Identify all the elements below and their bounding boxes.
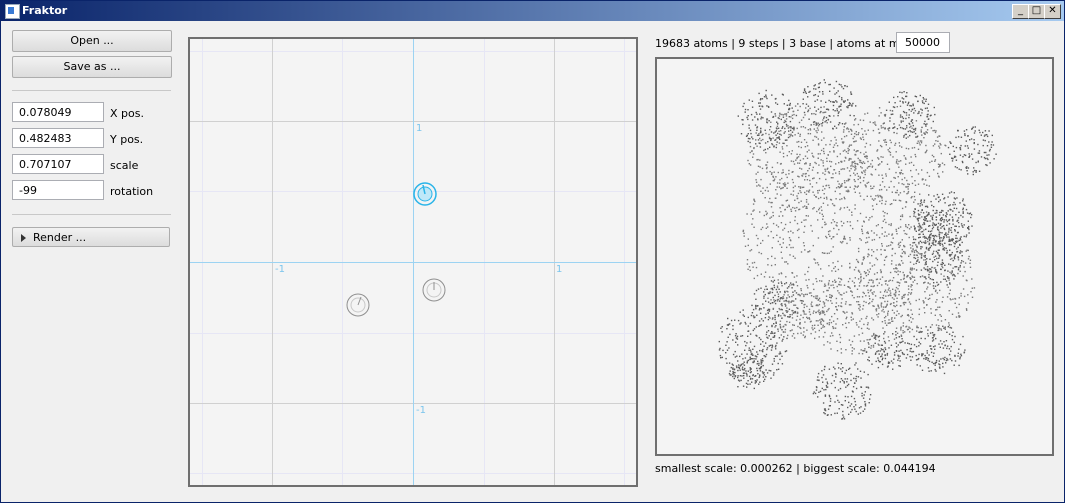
transform-editor[interactable]: 1 -1 -1 1 [188,37,638,487]
title-bar[interactable]: Fraktor _ □ ✕ [1,1,1064,21]
transform-handle[interactable] [422,278,446,302]
window-title: Fraktor [22,4,68,17]
y-pos-label: Y pos. [110,133,144,146]
scale-info: smallest scale: 0.000262 | biggest scale… [655,462,936,475]
expand-triangle-icon [21,234,26,242]
app-icon [5,4,20,19]
x-pos-label: X pos. [110,107,144,120]
rotation-label: rotation [110,185,154,198]
scale-label: scale [110,159,139,172]
atoms-info: 19683 atoms | 9 steps | 3 base | atoms a… [655,37,921,50]
y-pos-input[interactable]: 0.482483 [12,128,104,148]
transform-handle-selected[interactable] [413,182,437,206]
open-button[interactable]: Open ... [12,30,172,52]
rotation-input[interactable]: -99 [12,180,104,200]
render-label: Render ... [33,231,87,244]
render-button[interactable]: Render ... [12,227,170,247]
fractal-preview [655,57,1054,456]
separator [12,214,171,215]
app-window: Fraktor _ □ ✕ Open ... Save as ... 0.078… [0,0,1065,503]
fractal-render [718,79,997,420]
transform-handles [346,182,446,317]
transform-handle[interactable] [346,293,370,317]
maximize-button[interactable]: □ [1028,4,1045,19]
max-atoms-input[interactable]: 50000 [896,32,950,53]
separator [12,90,171,91]
scale-input[interactable]: 0.707107 [12,154,104,174]
minimize-button[interactable]: _ [1012,4,1029,19]
save-as-button[interactable]: Save as ... [12,56,172,78]
close-button[interactable]: ✕ [1044,4,1061,19]
x-pos-input[interactable]: 0.078049 [12,102,104,122]
